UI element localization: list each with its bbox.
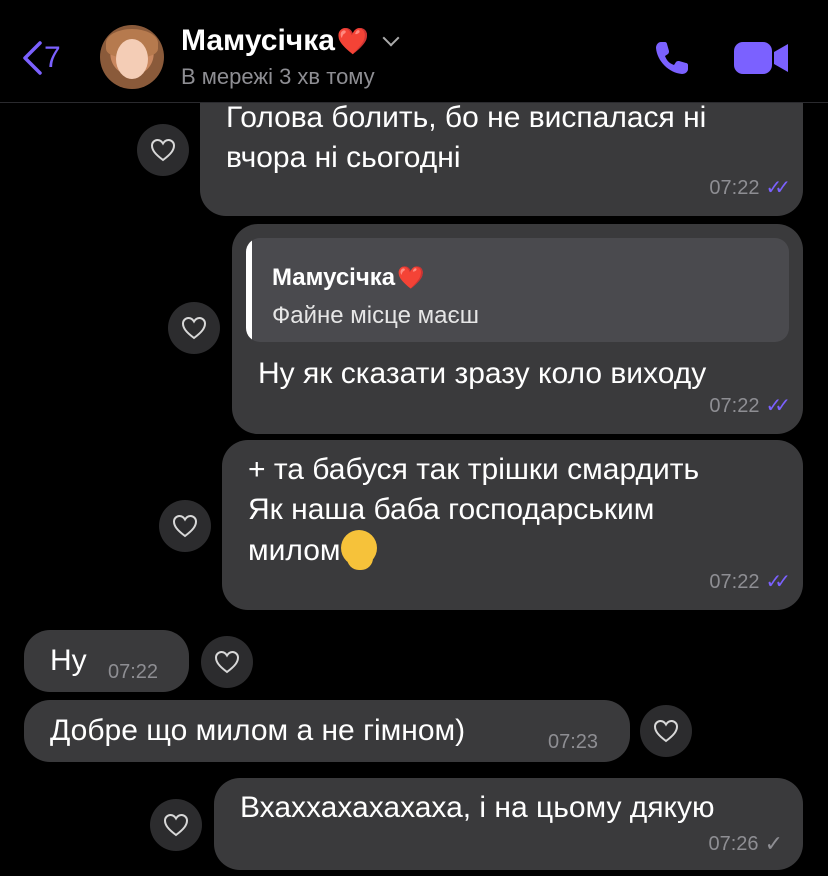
message-bubble[interactable]: + та бабуся так трішки смардить Як наша … — [222, 440, 803, 610]
single-check-icon: ✓ — [764, 831, 783, 856]
message-time: 07:23 — [548, 731, 599, 753]
like-button[interactable] — [640, 705, 692, 757]
message-text: Ну як сказати зразу коло виходу — [258, 357, 707, 390]
heart-outline-icon — [214, 650, 240, 674]
message-bubble-incoming[interactable]: Ну 07:22 — [24, 630, 189, 692]
face-melting-icon — [340, 530, 377, 570]
phone-call-icon[interactable] — [652, 38, 692, 78]
quote-text: Файне місце маєш — [272, 302, 479, 329]
contact-name-text: Мамусічка — [181, 24, 335, 57]
message-time: 07:22 ✓✓ — [709, 168, 790, 208]
quoted-message[interactable]: Мамусічка❤️ Файне місце маєш — [246, 238, 789, 342]
message-bubble-incoming[interactable]: Добре що милом а не гімном) 07:23 — [24, 700, 630, 762]
video-call-icon[interactable] — [734, 40, 790, 76]
message-time: 07:22 — [108, 661, 159, 683]
message-bubble[interactable]: Мамусічка❤️ Файне місце маєш Ну як сказа… — [232, 224, 803, 434]
heart-outline-icon — [150, 138, 176, 162]
message-text: Голова болить, бо не виспалася ні вчора … — [226, 101, 707, 174]
chat-header: 7 Мамусічка ❤️ В мережі 3 хв тому — [0, 0, 828, 103]
message-time: 07:22 ✓✓ — [709, 562, 790, 602]
back-button[interactable]: 7 — [22, 38, 72, 78]
chevron-down-icon[interactable] — [382, 29, 400, 47]
contact-name[interactable]: Мамусічка ❤️ — [181, 24, 400, 58]
heart-outline-icon — [172, 514, 198, 538]
message-text: + та бабуся так трішки смардить Як наша … — [248, 453, 700, 570]
contact-status: В мережі 3 хв тому — [181, 64, 375, 89]
like-button[interactable] — [168, 302, 220, 354]
message-time: 07:22 ✓✓ — [709, 386, 790, 426]
double-check-icon: ✓✓ — [765, 177, 790, 199]
heart-outline-icon — [163, 813, 189, 837]
double-check-icon: ✓✓ — [765, 571, 790, 593]
heart-emoji: ❤️ — [336, 25, 370, 56]
like-button[interactable] — [159, 500, 211, 552]
quote-bar — [246, 238, 252, 342]
message-text: Добре що милом а не гімном) — [50, 714, 466, 747]
message-text: Вхаххахахахаха, і на цьому дякую — [240, 791, 715, 824]
like-button[interactable] — [137, 124, 189, 176]
quote-author: Мамусічка❤️ — [272, 264, 425, 291]
message-bubble[interactable]: Вхаххахахахаха, і на цьому дякую 07:26 ✓ — [214, 778, 803, 870]
avatar[interactable] — [100, 25, 164, 89]
message-time: 07:26 ✓ — [709, 824, 784, 864]
heart-outline-icon — [653, 719, 679, 743]
double-check-icon: ✓✓ — [765, 395, 790, 417]
like-button[interactable] — [201, 636, 253, 688]
unread-count: 7 — [44, 41, 61, 74]
heart-outline-icon — [181, 316, 207, 340]
chevron-left-icon — [23, 41, 42, 75]
like-button[interactable] — [150, 799, 202, 851]
